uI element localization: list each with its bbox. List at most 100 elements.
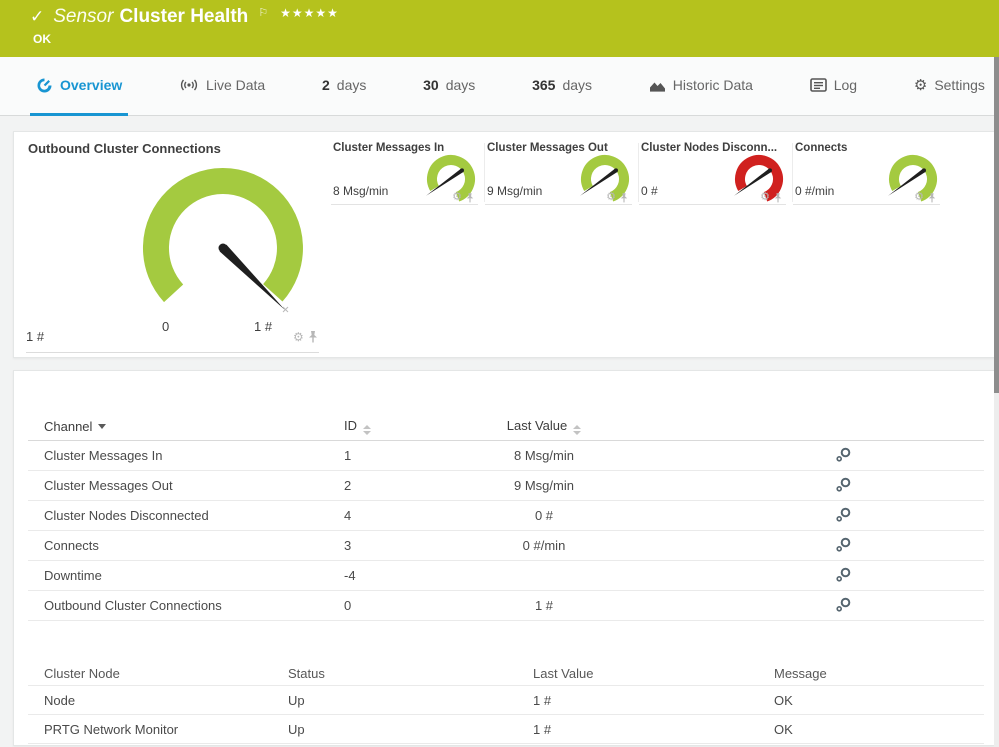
channel-last-value: 1 # [444,598,644,613]
scrollbar-thumb[interactable] [994,57,999,393]
channel-settings-icon[interactable] [836,567,851,582]
channel-id: 4 [344,508,444,523]
channel-settings-icon[interactable] [836,507,851,522]
tab-log[interactable]: Log [804,57,863,116]
node-name: PRTG Network Monitor [44,722,288,737]
node-row[interactable]: PRTG Network Monitor Up 1 # OK [28,715,984,744]
mini-gauge-value: 9 Msg/min [487,184,542,198]
sensor-header: ✓ Sensor Cluster Health ⚐ ★★★★★ OK [0,0,999,57]
tab-label: Settings [934,77,985,93]
main-gauge-title: Outbound Cluster Connections [28,141,221,156]
channel-id: 2 [344,478,444,493]
main-gauge-scale-min: 0 [162,319,169,334]
node-table-header: Cluster Node Status Last Value Message [28,662,984,686]
column-header-id[interactable]: ID [344,418,357,433]
mini-gauge-connects: Connects 0 #/min ⚙ [793,140,940,205]
divider [26,352,319,353]
node-last-value: 1 # [533,722,774,737]
tab-historic-data[interactable]: Historic Data [643,57,759,116]
tab-2-days[interactable]: 2 days [316,57,372,116]
channel-name[interactable]: Connects [44,538,344,553]
channel-settings-icon[interactable] [836,597,851,612]
tab-overview[interactable]: Overview [30,57,128,116]
sensor-title: Cluster Health [119,6,248,28]
node-name: Node [44,693,288,708]
sort-icon [363,425,371,435]
channel-last-value: 9 Msg/min [444,478,644,493]
tab-label: days [562,77,592,93]
gear-icon[interactable]: ⚙ [293,331,304,343]
mini-gauge-cluster-messages-out: Cluster Messages Out 9 Msg/min ⚙ [485,140,632,205]
mini-gauge-cluster-messages-in: Cluster Messages In 8 Msg/min ⚙ [331,140,478,205]
column-header-last-value: Last Value [533,666,774,681]
channel-name[interactable]: Outbound Cluster Connections [44,598,344,613]
mini-gauges-row: Cluster Messages In 8 Msg/min ⚙ Cluster … [331,140,947,205]
column-header-last-value[interactable]: Last Value [507,418,567,433]
channel-row[interactable]: Connects 3 0 #/min [28,531,984,561]
scrollbar-track[interactable] [994,57,999,747]
gauge-icon [36,77,53,94]
mini-gauge-value: 8 Msg/min [333,184,388,198]
gauges-panel: Outbound Cluster Connections 1 # 0 1 # ⚙… [13,131,995,358]
tab-label: Overview [60,77,122,93]
tab-30-days[interactable]: 30 days [417,57,481,116]
column-header-channel[interactable]: Channel [44,419,92,434]
mini-gauge-title: Connects [795,142,847,154]
channel-settings-icon[interactable] [836,537,851,552]
channel-row[interactable]: Cluster Messages Out 2 9 Msg/min [28,471,984,501]
node-status: Up [288,722,533,737]
tab-number: 2 [322,77,330,93]
tab-label: Historic Data [673,77,753,93]
channel-name[interactable]: Cluster Messages In [44,448,344,463]
channel-settings-icon[interactable] [836,447,851,462]
node-row[interactable]: Node Up 1 # OK [28,686,984,715]
cluster-node-table: Cluster Node Status Last Value Message N… [28,662,984,744]
channel-table-header: Channel ID Last Value [28,413,984,441]
mini-gauge-tools: ⚙ [452,192,474,203]
channel-id: 0 [344,598,444,613]
tab-live-data[interactable]: Live Data [173,57,271,116]
channel-name[interactable]: Downtime [44,568,344,583]
channel-row[interactable]: Cluster Nodes Disconnected 4 0 # [28,501,984,531]
pin-icon[interactable] [928,193,936,203]
gear-icon[interactable]: ⚙ [760,192,770,203]
channel-name[interactable]: Cluster Nodes Disconnected [44,508,344,523]
main-gauge-arc [156,181,290,293]
priority-stars[interactable]: ★★★★★ [280,6,339,20]
main-gauge-scale-max: 1 # [254,319,272,334]
channel-row[interactable]: Downtime -4 [28,561,984,591]
node-message: OK [774,693,984,708]
mini-gauge-value: 0 #/min [795,184,834,198]
flag-icon: ⚐ [258,6,268,19]
pin-icon[interactable] [308,331,318,343]
tab-settings[interactable]: ⚙ Settings [908,57,991,116]
sort-desc-icon [98,424,106,429]
node-last-value: 1 # [533,693,774,708]
mini-gauge-tools: ⚙ [914,192,936,203]
channel-row[interactable]: Outbound Cluster Connections 0 1 # [28,591,984,621]
status-badge: OK [33,32,51,46]
gear-icon[interactable]: ⚙ [606,192,616,203]
area-chart-icon [649,78,666,93]
channel-settings-icon[interactable] [836,477,851,492]
pin-icon[interactable] [620,193,628,203]
column-header-message: Message [774,666,984,681]
column-header-status: Status [288,666,533,681]
tab-number: 30 [423,77,439,93]
pin-icon[interactable] [774,193,782,203]
gear-icon: ⚙ [914,78,927,93]
gear-icon[interactable]: ⚙ [914,192,924,203]
pin-icon[interactable] [466,193,474,203]
tab-bar: Overview Live Data 2 days 30 days 365 da… [0,57,999,116]
mini-gauge-tools: ⚙ [606,192,628,203]
log-icon [810,78,827,92]
channel-name[interactable]: Cluster Messages Out [44,478,344,493]
node-status: Up [288,693,533,708]
channel-row[interactable]: Cluster Messages In 1 8 Msg/min [28,441,984,471]
tab-365-days[interactable]: 365 days [526,57,598,116]
channel-last-value: 8 Msg/min [444,448,644,463]
broadcast-icon [179,78,199,92]
node-message: OK [774,722,984,737]
gear-icon[interactable]: ⚙ [452,192,462,203]
tab-label: days [337,77,367,93]
